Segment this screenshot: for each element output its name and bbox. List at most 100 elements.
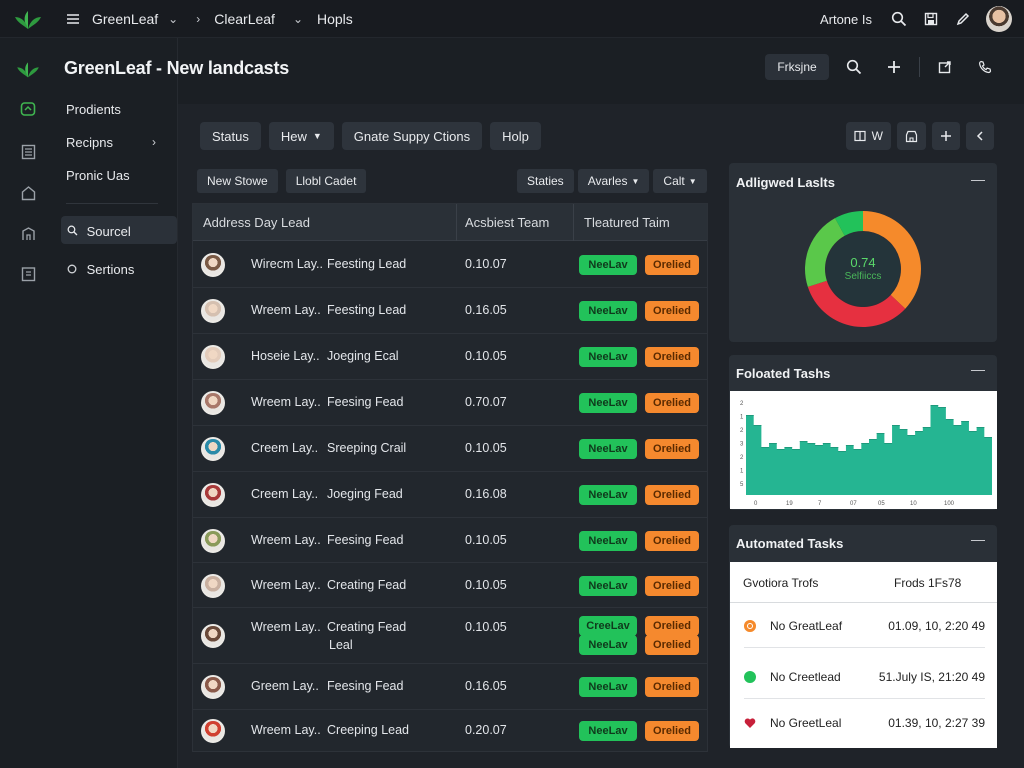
avatar[interactable] — [201, 624, 225, 648]
load-cadet-button[interactable]: Llobl Cadet — [285, 169, 367, 193]
status-badge-green[interactable]: NeeLav — [579, 576, 637, 596]
avatar[interactable] — [201, 437, 225, 461]
search-button[interactable] — [839, 54, 869, 80]
table-row[interactable]: Hoseie Lay.. Joeging Ecal 0.10.05 NeeLav Ore… — [193, 334, 707, 380]
supply-actions-button[interactable]: Gnate Suppy Ctions — [341, 122, 483, 150]
chevron-down-icon[interactable]: ⌄ — [293, 12, 303, 26]
status-badge-orange[interactable]: Orelied — [645, 677, 699, 697]
column-header-address[interactable]: Address Day Lead — [203, 215, 310, 230]
minimize-icon[interactable]: — — [971, 361, 985, 377]
home-icon[interactable] — [19, 184, 37, 202]
table-row[interactable]: Wreem Lay.. Creating Fead 0.10.05 NeeLav Ore… — [193, 563, 707, 608]
status-badge-orange[interactable]: Orelied — [645, 439, 699, 459]
pen-icon[interactable] — [954, 10, 972, 28]
crumb-clearleaf[interactable]: ClearLeaf — [214, 11, 275, 27]
status-badge-green[interactable]: NeeLav — [579, 393, 637, 413]
add-view-button[interactable] — [932, 122, 960, 150]
phone-button[interactable] — [970, 54, 1000, 80]
primary-action-button[interactable]: Frksjne — [765, 54, 829, 80]
table-row[interactable]: Wirecm Lay.. Feesting Lead 0.10.07 NeeLav Or… — [193, 241, 707, 288]
table-row[interactable]: Wreem Lay.. Feesing Fead 0.10.05 NeeLav Orel… — [193, 518, 707, 563]
sidebar-item-prodients[interactable]: Prodients — [66, 102, 121, 117]
status-badge-orange[interactable]: Orelied — [645, 255, 699, 275]
avarles-dropdown[interactable]: Avarles ▼ — [577, 169, 650, 193]
status-badge-orange[interactable]: Orelied — [645, 347, 699, 367]
sidebar-item-sertions[interactable]: Sertions — [67, 262, 134, 277]
avatar[interactable] — [201, 299, 225, 323]
user-name[interactable]: Artone Is — [820, 12, 872, 27]
status-badge-orange[interactable]: Orelied — [645, 485, 699, 505]
status-badge-green[interactable]: NeeLav — [579, 721, 637, 741]
status-badge-green[interactable]: NeeLav — [579, 485, 637, 505]
add-button[interactable] — [879, 54, 909, 80]
crumb-hopls[interactable]: Hopls — [317, 11, 353, 27]
help-button[interactable]: Holp — [490, 122, 541, 150]
avatar[interactable] — [201, 253, 225, 277]
column-header-featured[interactable]: Tleatured Taim — [584, 215, 670, 230]
status-badge-green[interactable]: NeeLav — [579, 255, 637, 275]
table-header: Address Day Lead Acsbiest Team Tleatured… — [193, 204, 707, 241]
area-point — [753, 425, 762, 426]
table-row[interactable]: Wreem Lay.. Feesing Fead 0.70.07 NeeLav Orel… — [193, 380, 707, 426]
area-point — [838, 451, 846, 452]
columns-view-button[interactable]: W — [845, 122, 891, 150]
table-row[interactable]: Wreem Lay.. Creating Fead Leal 0.10.05 CreeL… — [193, 608, 707, 664]
crumb-greenleaf[interactable]: GreenLeaf — [92, 11, 158, 27]
status-button[interactable]: Status — [200, 122, 261, 150]
status-badge-orange[interactable]: Orelied — [645, 301, 699, 321]
column-header-team[interactable]: Acsbiest Team — [465, 215, 549, 230]
status-badge-orange[interactable]: Orelied — [645, 531, 699, 551]
leaf-icon[interactable] — [15, 58, 41, 80]
task-label: No Creetlead — [770, 670, 841, 684]
avatar[interactable] — [201, 345, 225, 369]
avatar[interactable] — [201, 574, 225, 598]
column-divider — [573, 204, 574, 241]
document-icon[interactable] — [19, 143, 37, 161]
avatar[interactable] — [201, 483, 225, 507]
status-badge-orange[interactable]: Orelied — [645, 576, 699, 596]
minimize-icon[interactable]: — — [971, 531, 985, 547]
calendar-icon[interactable] — [19, 265, 37, 283]
export-button[interactable] — [930, 54, 960, 80]
table-row[interactable]: Greem Lay.. Feesing Fead 0.16.05 NeeLav Orel… — [193, 664, 707, 710]
table-row[interactable]: Creem Lay.. Joeging Fead 0.16.08 NeeLav Orel… — [193, 472, 707, 518]
avatar[interactable] — [201, 719, 225, 743]
tasks-header-right: Frods 1Fs78 — [894, 576, 962, 590]
status-badge-orange[interactable]: Orelied — [645, 616, 699, 636]
status-badge-green[interactable]: NeeLav — [579, 635, 637, 655]
hew-dropdown[interactable]: Hew ▼ — [268, 122, 334, 150]
sidebar-item-pronic-uas[interactable]: Pronic Uas — [66, 168, 130, 183]
avatar[interactable] — [201, 675, 225, 699]
status-badge-green[interactable]: CreeLav — [579, 616, 637, 636]
collapse-button[interactable] — [966, 122, 994, 150]
table-row[interactable]: Wreem Lay.. Feesting Lead 0.16.05 NeeLav Ore… — [193, 288, 707, 334]
search-icon[interactable] — [890, 10, 908, 28]
status-badge-orange[interactable]: Orelied — [645, 393, 699, 413]
table-row[interactable]: Creem Lay.. Sreeping Crail 0.10.05 NeeLav Or… — [193, 426, 707, 472]
tasks-divider — [730, 602, 997, 603]
avatar[interactable] — [201, 529, 225, 553]
hamburger-menu-icon[interactable] — [64, 10, 82, 28]
user-avatar[interactable] — [986, 6, 1012, 32]
building-icon[interactable] — [19, 225, 37, 243]
status-badge-green[interactable]: NeeLav — [579, 677, 637, 697]
status-badge-green[interactable]: NeeLav — [579, 347, 637, 367]
states-filter[interactable]: Staties — [517, 169, 574, 193]
leaf-logo-icon[interactable] — [14, 7, 42, 34]
chevron-down-icon[interactable]: ⌄ — [168, 12, 178, 26]
status-badge-green[interactable]: NeeLav — [579, 531, 637, 551]
sidebar-item-recipns[interactable]: Recipns › — [66, 135, 162, 150]
status-badge-green[interactable]: NeeLav — [579, 301, 637, 321]
minimize-icon[interactable]: — — [971, 171, 985, 187]
status-badge-orange[interactable]: Orelied — [645, 635, 699, 655]
table-row[interactable]: Wreem Lay.. Creeping Lead 0.20.07 NeeLav Ore… — [193, 710, 707, 752]
calt-dropdown[interactable]: Calt ▼ — [653, 169, 707, 193]
avatar[interactable] — [201, 391, 225, 415]
status-badge-orange[interactable]: Orelied — [645, 721, 699, 741]
sidebar-item-sourcel-content[interactable]: Sourcel — [67, 224, 131, 239]
dashboard-icon[interactable] — [19, 100, 37, 118]
status-badge-green[interactable]: NeeLav — [579, 439, 637, 459]
shop-button[interactable] — [897, 122, 926, 150]
new-store-button[interactable]: New Stowe — [197, 169, 278, 193]
save-icon[interactable] — [922, 10, 940, 28]
